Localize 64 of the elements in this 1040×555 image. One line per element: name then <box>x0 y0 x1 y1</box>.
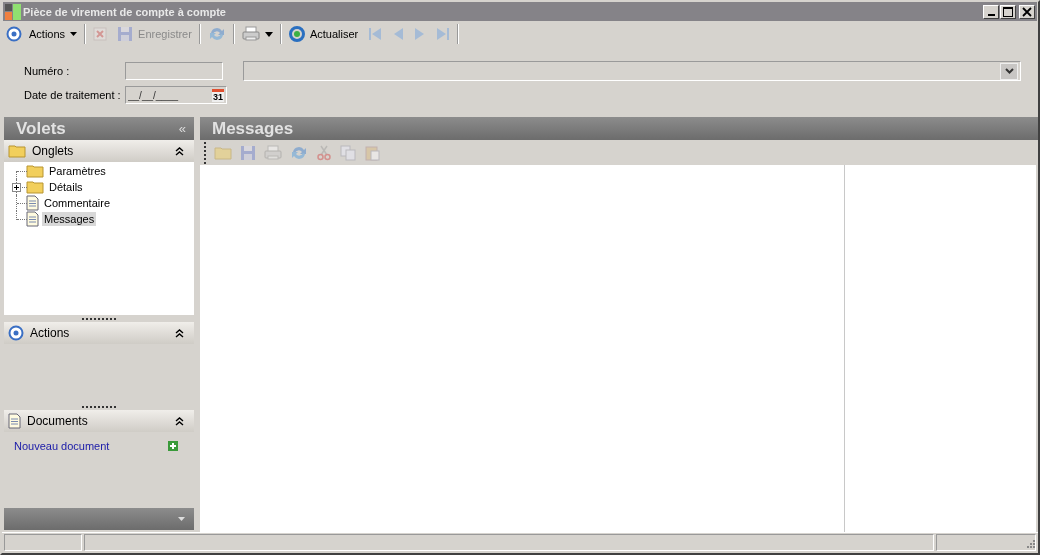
dropdown-field[interactable] <box>243 61 1021 81</box>
collapse-icon[interactable] <box>175 416 184 426</box>
printer-icon <box>241 26 260 42</box>
plus-icon[interactable] <box>168 440 178 451</box>
actions-menu-button[interactable]: Actions <box>26 26 81 42</box>
save-icon <box>117 26 134 42</box>
reload-icon <box>288 26 305 42</box>
save-icon <box>240 144 256 161</box>
splitter-grip[interactable] <box>82 405 116 408</box>
field-label: Numéro : <box>24 65 71 77</box>
section-header[interactable]: Documents <box>4 410 194 432</box>
folder-icon <box>26 164 44 178</box>
new-document-link[interactable]: Nouveau document <box>14 439 110 452</box>
close-button[interactable] <box>1019 4 1035 19</box>
refresh-icon <box>207 26 226 42</box>
target-icon <box>6 26 22 42</box>
minimize-button[interactable] <box>983 4 999 19</box>
section-title: Actions <box>30 326 71 340</box>
splitter-grip[interactable] <box>82 317 116 320</box>
field-label: Date de traitement : <box>24 89 122 101</box>
minimize-icon <box>987 13 995 16</box>
panel-title: Volets <box>16 118 66 139</box>
refresh-icon <box>290 144 308 161</box>
close-icon <box>1022 6 1032 17</box>
collapse-icon[interactable] <box>175 328 184 338</box>
document-icon <box>26 195 39 211</box>
document-icon <box>8 413 21 429</box>
folder-icon <box>214 145 232 160</box>
caret-icon[interactable] <box>178 517 185 521</box>
expand-box-icon[interactable] <box>12 183 21 192</box>
printer-icon <box>264 144 282 161</box>
section-title: Onglets <box>32 144 75 158</box>
maximize-icon <box>1003 6 1013 17</box>
target-icon <box>8 325 24 341</box>
tree-item[interactable]: Paramètres <box>47 164 108 178</box>
previous-icon <box>392 27 405 41</box>
chevron-down-icon <box>1004 68 1014 74</box>
first-icon <box>368 27 383 41</box>
panel-title: Messages <box>212 118 294 139</box>
section-header[interactable]: Onglets <box>4 140 194 162</box>
calendar-icon[interactable]: 31 <box>212 88 224 102</box>
window-title: Pièce de virement de compte à compte <box>23 5 227 18</box>
tree-item[interactable]: Détails <box>47 180 85 194</box>
tree-item[interactable]: Commentaire <box>42 196 113 210</box>
resize-grip-icon[interactable] <box>1025 540 1035 550</box>
last-icon <box>436 27 451 41</box>
section-title: Documents <box>27 414 89 428</box>
paste-icon <box>364 144 380 161</box>
number-field[interactable] <box>125 62 223 80</box>
maximize-button[interactable] <box>1000 4 1016 19</box>
folder-icon <box>26 180 44 194</box>
delete-icon <box>93 27 108 41</box>
document-icon <box>26 211 39 227</box>
caret-icon <box>264 31 273 37</box>
scissors-icon <box>316 144 332 161</box>
app-icon <box>5 3 21 20</box>
section-header[interactable]: Actions <box>4 322 194 344</box>
folder-icon <box>8 144 26 158</box>
tree-item[interactable]: Messages <box>42 212 97 226</box>
copy-icon <box>340 144 356 161</box>
reload-button[interactable]: Actualiser <box>285 24 362 44</box>
date-field[interactable]: __/__/____ 31 <box>125 86 227 104</box>
caret-icon <box>70 32 78 36</box>
collapse-icon[interactable] <box>175 146 184 156</box>
